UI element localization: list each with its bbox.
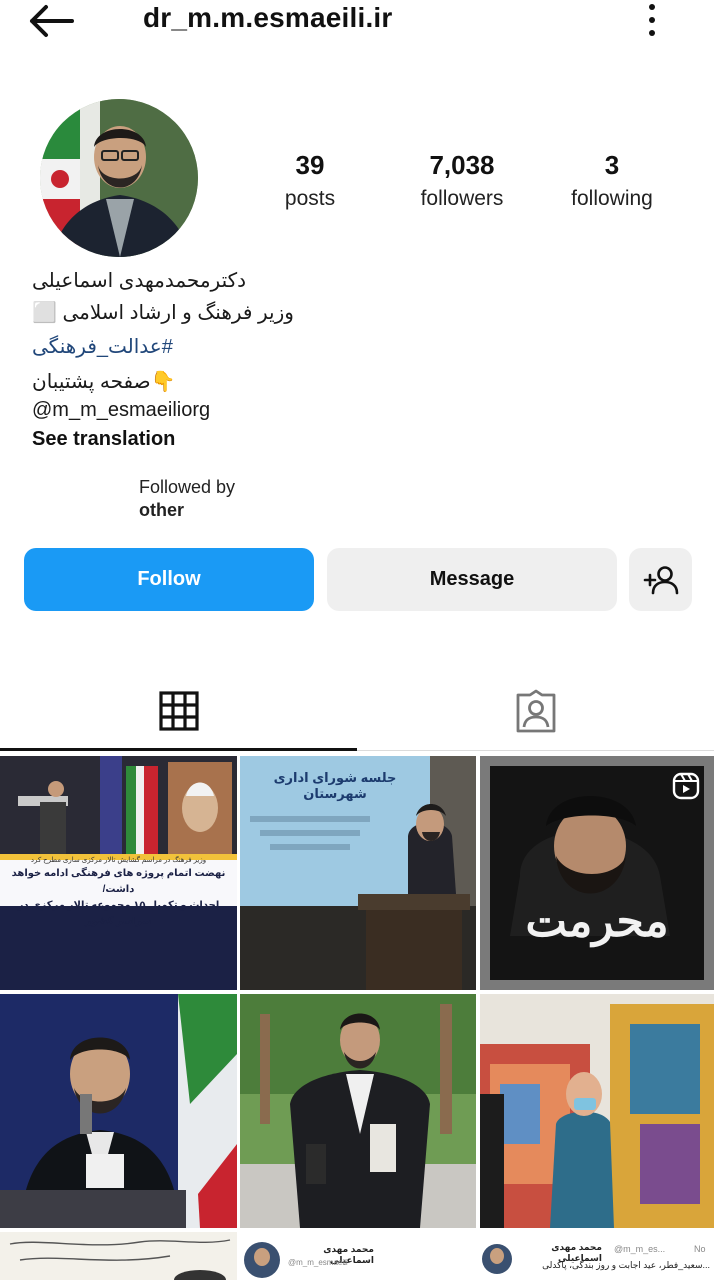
grid-post-5[interactable]: [240, 994, 476, 1228]
followed-by-line1: Followed by: [139, 477, 236, 497]
tab-tagged[interactable]: [357, 670, 714, 752]
post-9-handle: @m_m_es...: [614, 1244, 666, 1254]
grid-icon: [158, 691, 199, 731]
see-translation-link[interactable]: See translation: [32, 428, 175, 451]
post-2-banner: جلسه شورای اداری شهرستان: [273, 770, 397, 801]
suggested-users-button[interactable]: [629, 548, 692, 611]
posts-label: posts: [284, 187, 336, 210]
posts-value: 39: [295, 150, 325, 180]
grid-post-3[interactable]: محرمت: [480, 756, 714, 990]
bio-title: وزیر فرهنگ و ارشاد اسلامی ⬜: [32, 302, 294, 324]
post-1-caption: نهضت اتمام پروژه های فرهنگی ادامه خواهد …: [11, 868, 226, 927]
reel-icon: [672, 772, 700, 800]
bio-mention-link[interactable]: @m_m_esmaeiliorg: [32, 399, 210, 422]
followers-label: followers: [420, 187, 504, 210]
grid-post-6[interactable]: [480, 994, 714, 1228]
post-8-handle: @m_m_esmaeili: [288, 1258, 348, 1267]
bio-full-name: دکترمحمدمهدی اسماعیلی: [32, 270, 247, 292]
followed-by-text[interactable]: Followed by other: [139, 476, 235, 522]
grid-post-7[interactable]: [0, 1232, 237, 1280]
arrow-left-icon: [30, 5, 74, 37]
grid-post-1[interactable]: وزیر فرهنگ در مراسم گشایش تالار مرکزی سا…: [0, 756, 237, 990]
grid-post-9[interactable]: محمد مهدی اسماعیلی @m_m_es... No ...سعید…: [480, 1232, 714, 1280]
followed-by-line2: other: [139, 500, 184, 520]
message-button[interactable]: Message: [327, 548, 617, 611]
posts-count[interactable]: 39 posts: [270, 150, 350, 211]
tagged-person-icon: [516, 689, 555, 733]
grid-post-4[interactable]: [0, 994, 237, 1228]
more-vertical-icon: [649, 4, 655, 10]
followers-value: 7,038: [429, 150, 495, 180]
following-count[interactable]: 3 following: [560, 150, 664, 211]
grid-post-8[interactable]: محمد مهدی اسماعیلی @m_m_esmaeili: [240, 1232, 476, 1280]
post-9-text: ...سعید_فطر، عید اجابت و روز بندگی، پاکد…: [542, 1260, 710, 1270]
more-options-button[interactable]: [640, 2, 664, 38]
grid-post-2[interactable]: جلسه شورای اداری شهرستان: [240, 756, 476, 990]
tabs-divider: [357, 750, 714, 751]
avatar[interactable]: [40, 99, 198, 257]
post-1-topline: وزیر فرهنگ در مراسم گشایش تالار مرکزی سا…: [30, 857, 207, 864]
followers-count[interactable]: 7,038 followers: [400, 150, 524, 211]
bio-support-text: 👇صفحه پشتیبان: [32, 371, 176, 393]
active-tab-indicator: [0, 748, 357, 751]
tab-posts-grid[interactable]: [0, 670, 357, 752]
back-button[interactable]: [28, 0, 82, 42]
post-3-title: محرمت: [525, 896, 669, 947]
post-9-meta: No: [694, 1244, 706, 1254]
post-9-avatar: [482, 1244, 512, 1274]
post-8-avatar: [244, 1242, 280, 1278]
following-label: following: [571, 187, 653, 210]
following-value: 3: [604, 150, 620, 180]
follow-button[interactable]: Follow: [24, 548, 314, 611]
bio-hashtag-link[interactable]: #عدالت_فرهنگی: [32, 334, 173, 359]
add-user-icon: [643, 565, 678, 594]
profile-username: dr_m.m.esmaeili.ir: [143, 2, 393, 33]
